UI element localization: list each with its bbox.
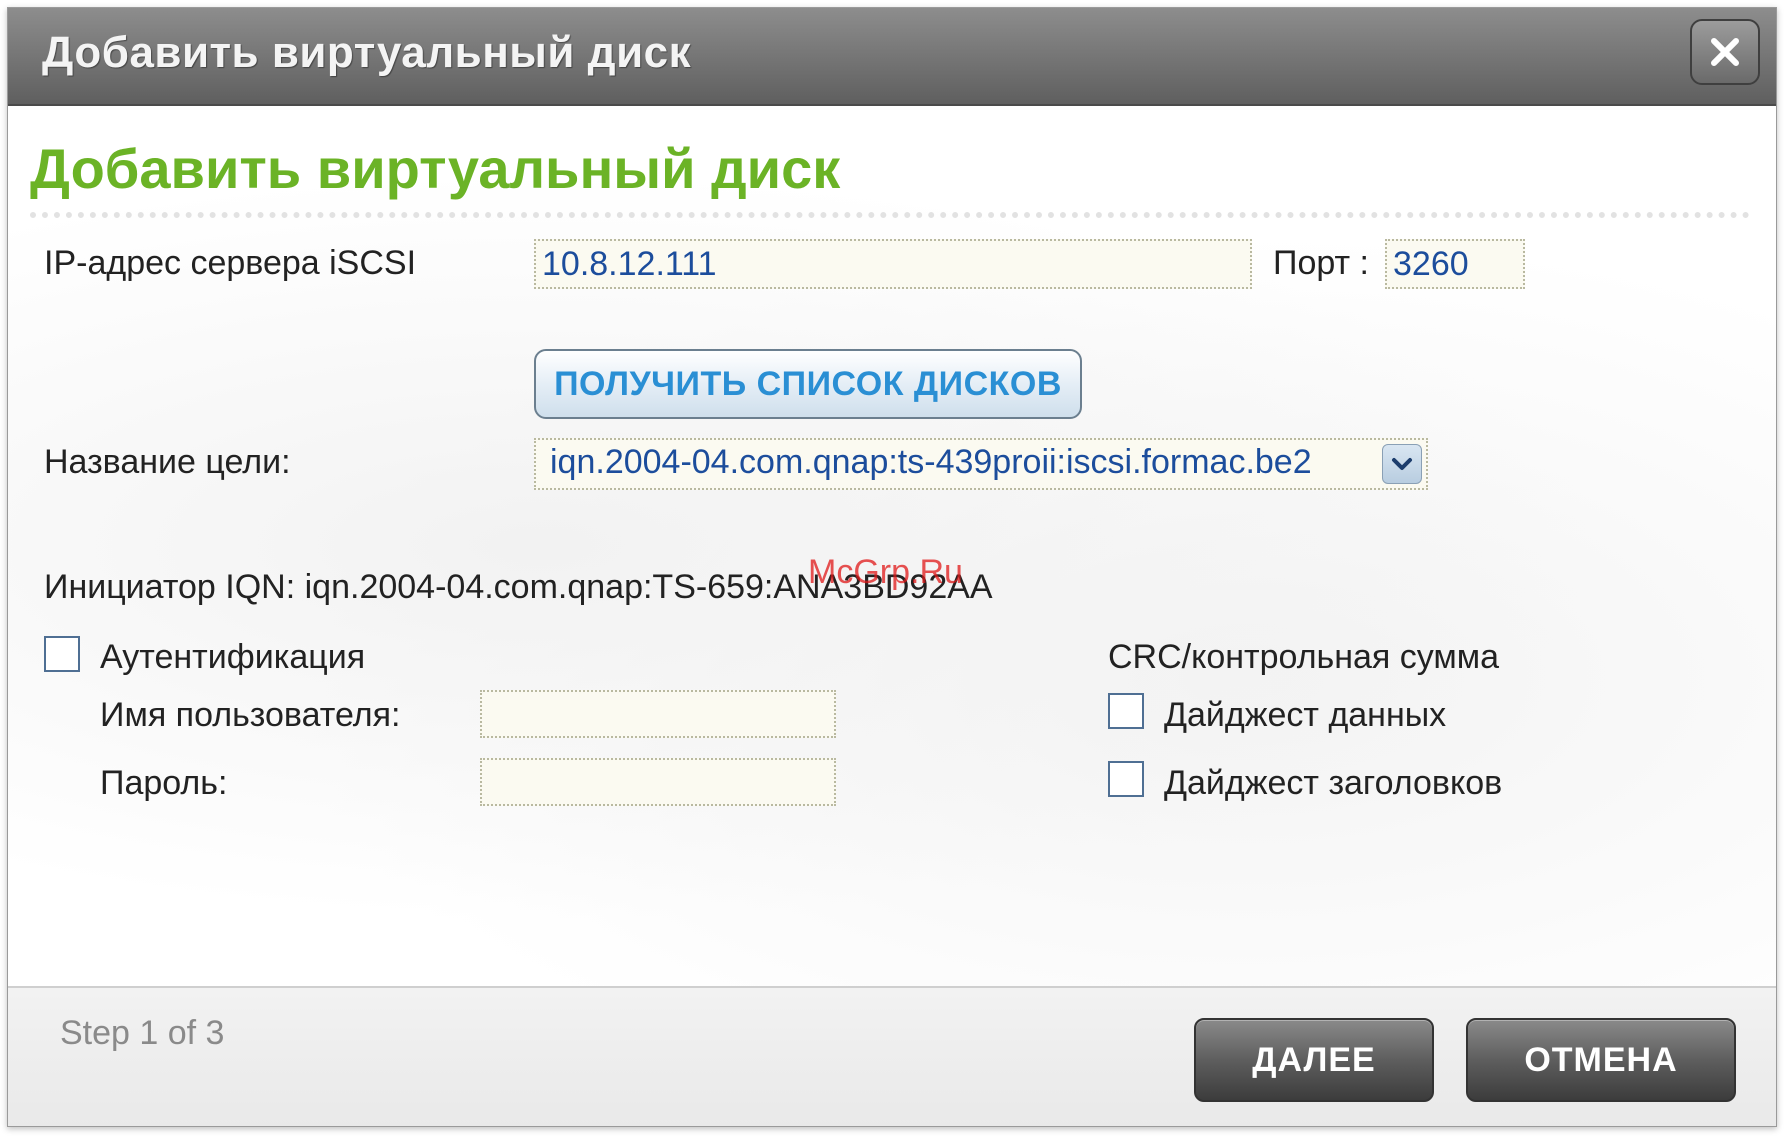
close-button[interactable] <box>1690 19 1760 85</box>
close-icon <box>1711 38 1739 66</box>
header-digest-checkbox[interactable] <box>1108 761 1144 797</box>
password-input[interactable] <box>480 758 836 806</box>
ip-address-label: IP-адрес сервера iSCSI <box>44 244 417 282</box>
username-input[interactable] <box>480 690 836 738</box>
cancel-button[interactable]: ОТМЕНА <box>1466 1018 1736 1102</box>
add-virtual-disk-dialog: Добавить виртуальный диск Добавить вирту… <box>7 7 1777 1127</box>
port-input[interactable] <box>1385 239 1525 289</box>
data-digest-checkbox[interactable] <box>1108 693 1144 729</box>
authentication-checkbox[interactable] <box>44 636 80 672</box>
target-name-select[interactable]: iqn.2004-04.com.qnap:ts-439proii:iscsi.f… <box>534 438 1428 490</box>
chevron-down-icon[interactable] <box>1382 444 1422 484</box>
next-button[interactable]: ДАЛЕЕ <box>1194 1018 1434 1102</box>
header-digest-label: Дайджест заголовков <box>1164 764 1503 802</box>
dialog-title: Добавить виртуальный диск <box>42 28 692 77</box>
username-label: Имя пользователя: <box>100 696 401 734</box>
ip-address-input[interactable] <box>534 239 1252 289</box>
password-label: Пароль: <box>100 764 228 802</box>
port-label: Порт : <box>1273 244 1369 282</box>
step-indicator: Step 1 of 3 <box>60 1014 225 1052</box>
watermark: McGrp.Ru <box>808 553 963 591</box>
page-heading: Добавить виртуальный диск <box>30 137 841 200</box>
dialog-footer: Step 1 of 3 ДАЛЕЕ ОТМЕНА <box>8 986 1776 1126</box>
crc-heading: CRC/контрольная сумма <box>1108 638 1500 676</box>
authentication-label: Аутентификация <box>100 638 366 676</box>
dialog-titlebar: Добавить виртуальный диск <box>8 8 1776 106</box>
get-disk-list-button[interactable]: ПОЛУЧИТЬ СПИСОК ДИСКОВ <box>534 349 1082 419</box>
dialog-content: Добавить виртуальный диск IP-адрес серве… <box>8 106 1776 986</box>
heading-divider <box>30 212 1750 218</box>
target-name-selected-value: iqn.2004-04.com.qnap:ts-439proii:iscsi.f… <box>550 443 1312 481</box>
data-digest-label: Дайджест данных <box>1164 696 1447 734</box>
target-name-label: Название цели: <box>44 443 291 481</box>
